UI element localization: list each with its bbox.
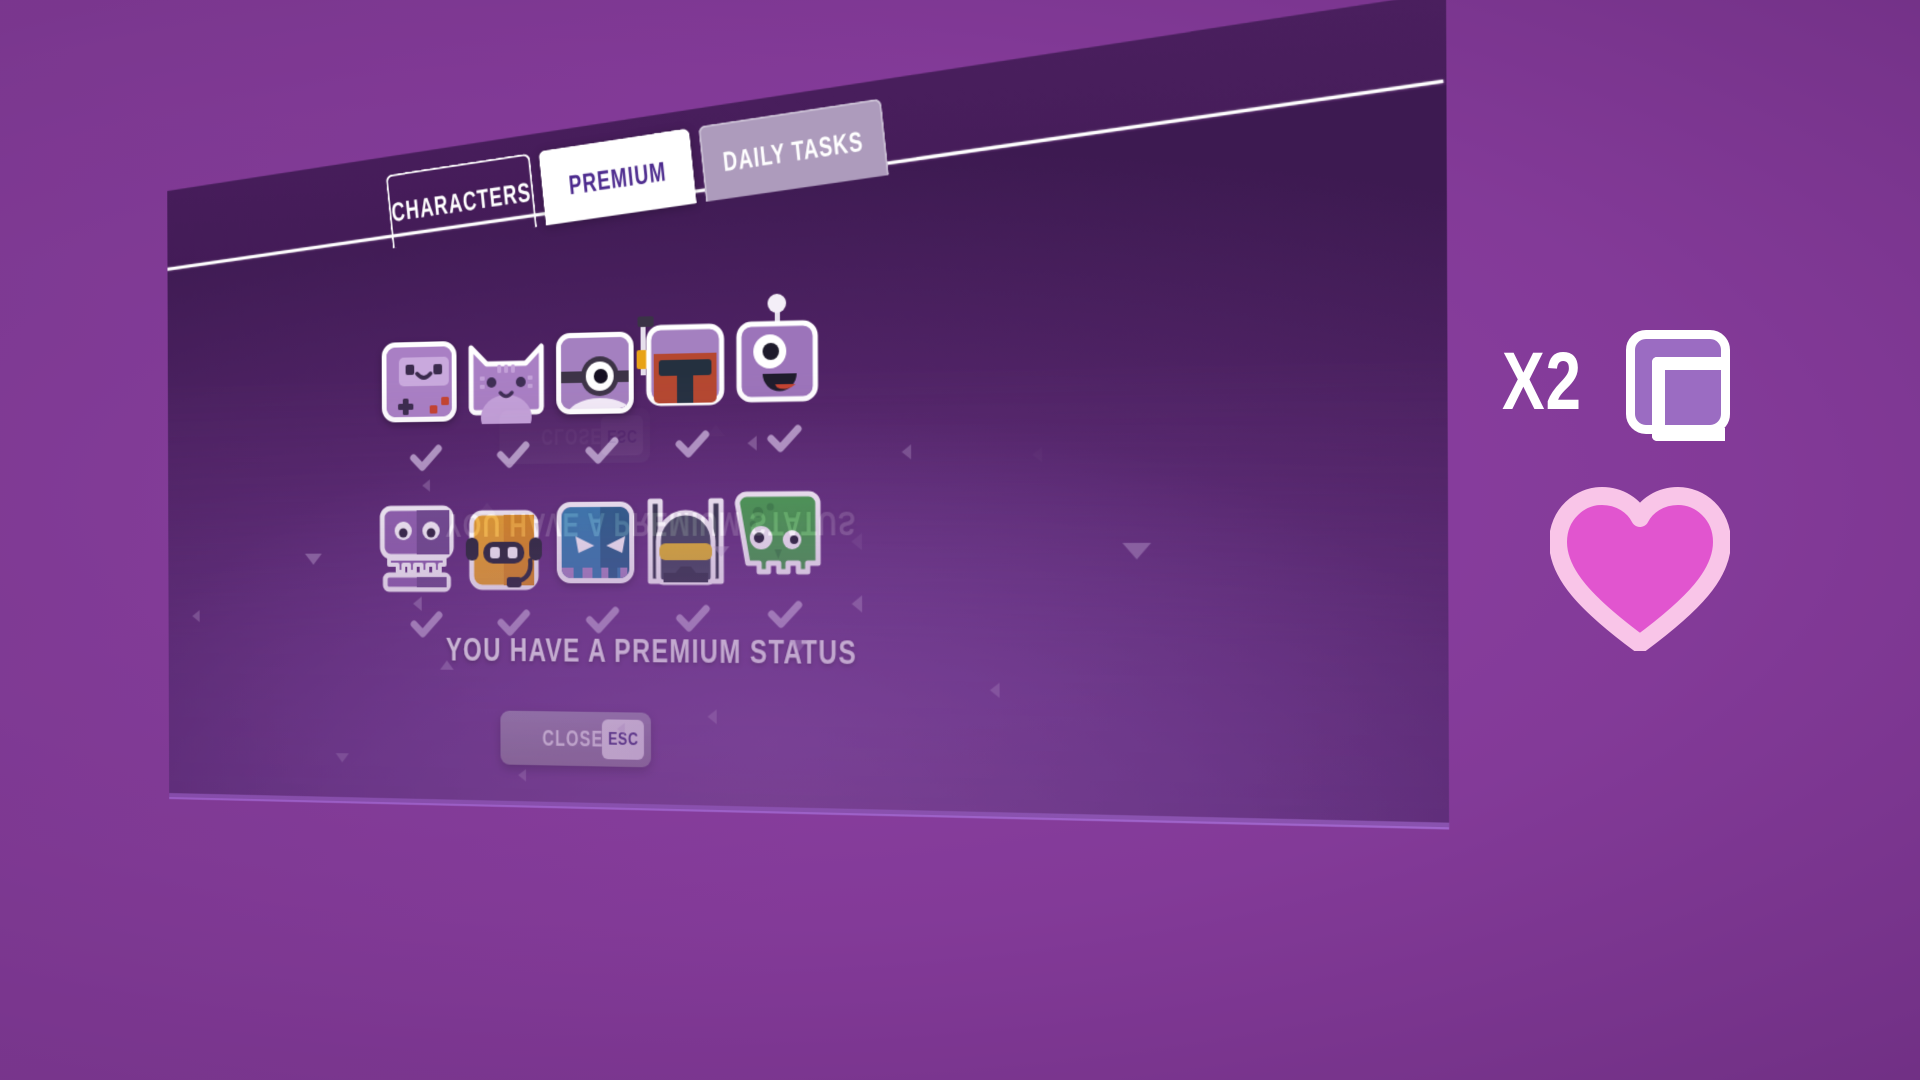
owned-check-icon [493,433,534,477]
perspective-stage: CHARACTERS PREMIUM DAILY TASKS YOU HAVE … [0,0,1920,1080]
multiplier-value: X2 [1502,341,1604,423]
skeleton-icon [377,503,462,602]
close-button[interactable]: CLOSE ESC [500,711,651,768]
boba-fett-helmet-avatar[interactable] [646,324,725,408]
premium-billboard: CHARACTERS PREMIUM DAILY TASKS YOU HAVE … [167,0,1450,830]
character-slot-blue-monster[interactable] [557,501,649,642]
blue-monster-avatar[interactable] [557,501,635,583]
character-slot-helmet[interactable] [646,499,740,641]
character-slot-gamer[interactable] [469,505,559,645]
heart-shape [1549,487,1731,653]
green-zombie-avatar[interactable] [737,494,818,577]
owned-check-icon [406,436,446,480]
minion-icon [561,337,629,409]
hud-panel: X2 [1502,330,1832,656]
skeleton-teeth-avatar[interactable] [382,508,457,588]
blue-monster-icon [562,507,630,578]
robot-antenna-avatar[interactable] [737,317,818,402]
cat-icon [463,331,549,424]
owned-check-icon [763,592,807,637]
character-grid [167,0,1449,827]
owned-check-icon [671,421,714,466]
gamer-headset-avatar[interactable] [469,505,545,586]
close-button-label: CLOSE [542,724,604,752]
character-slot-zombie[interactable] [737,494,833,638]
cat-avatar[interactable] [468,337,544,419]
character-slot-bmo[interactable] [382,341,471,480]
dark-helmet-icon [639,490,733,592]
character-slot-boba-fett[interactable] [646,323,740,466]
owned-check-icon [581,428,623,472]
minion-avatar[interactable] [556,331,634,414]
character-slot-cat[interactable] [468,336,558,476]
multiplier-label: X2 [1502,336,1582,427]
bmo-gameboy-avatar[interactable] [382,341,457,423]
dark-helmet-avatar[interactable] [646,499,725,582]
robot-icon [729,291,831,404]
coin-c-icon[interactable] [1626,330,1731,441]
heart-icon [1549,486,1832,656]
multiplier-row: X2 [1502,330,1832,441]
premium-panel: CHARACTERS PREMIUM DAILY TASKS YOU HAVE … [167,0,1449,827]
premium-status-text: YOU HAVE A PREMIUM STATUS [446,632,966,674]
zombie-icon [732,488,823,586]
owned-check-icon [763,416,807,461]
bmo-icon [386,346,451,417]
gamer-icon [458,498,556,602]
boba-fett-icon [624,304,730,416]
premium-status-label: YOU HAVE A PREMIUM STATUS [445,631,858,672]
